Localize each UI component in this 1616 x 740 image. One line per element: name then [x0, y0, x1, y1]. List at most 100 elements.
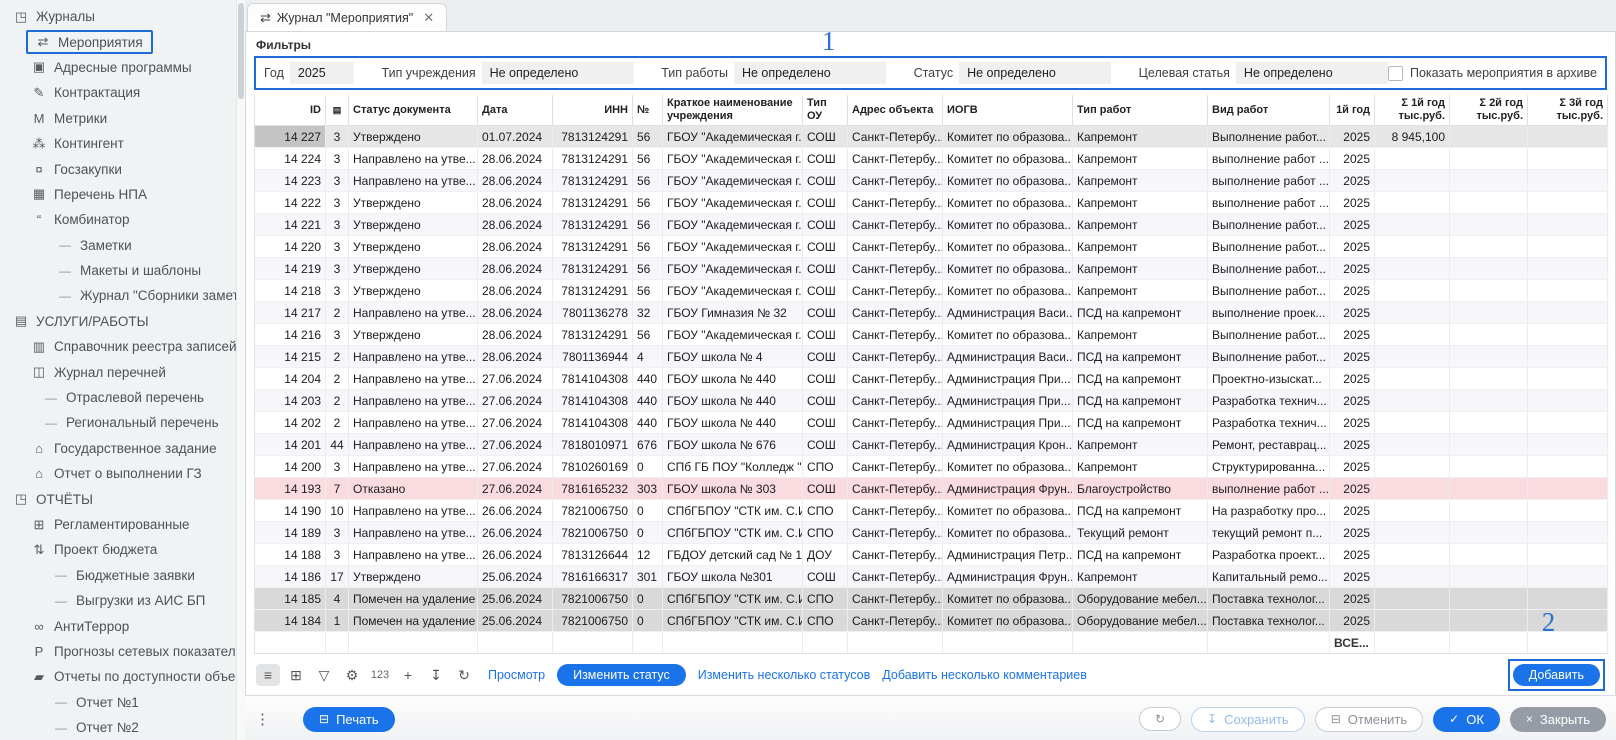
cell-name[interactable]: СПбГБПОУ "СТК им. С.И...	[662, 521, 803, 545]
cell-inn[interactable]: 7821006750	[552, 587, 633, 611]
cell-doc[interactable]: 3	[325, 147, 349, 171]
cell-id[interactable]: 14 190	[254, 499, 326, 523]
table-row[interactable]: 14 220 3 Утверждено 28.06.2024 7813124291 56 Г…	[254, 235, 1608, 259]
cell-id[interactable]: 14 224	[254, 147, 326, 171]
cell-inn[interactable]: 7813124291	[552, 257, 633, 281]
cell-id[interactable]: 14 186	[254, 565, 326, 589]
cell-inn[interactable]: 7814104308	[552, 367, 633, 391]
cell-name[interactable]: ГБОУ школа № 676	[662, 433, 803, 457]
cell-iogv[interactable]: Комитет по образова...	[942, 169, 1073, 193]
cell-work_type[interactable]: Текущий ремонт	[1072, 521, 1208, 545]
cell-status[interactable]: Направлено на утве...	[348, 455, 478, 479]
cell-id[interactable]: 14 221	[254, 213, 326, 237]
cell-ou_type[interactable]: СОШ	[802, 477, 848, 501]
cell-address[interactable]: Санкт-Петербу...	[847, 499, 943, 523]
cell-year1[interactable]: 2025	[1329, 477, 1375, 501]
cell-work_type[interactable]: Капремонт	[1072, 125, 1208, 149]
cell-ou_type[interactable]: СПО	[802, 609, 848, 633]
cell-iogv[interactable]: Комитет по образова...	[942, 455, 1073, 479]
cell-work_type[interactable]: ПСД на капремонт	[1072, 499, 1208, 523]
cell-year1[interactable]: 2025	[1329, 301, 1375, 325]
table-row[interactable]: 14 204 2 Направлено на утве... 27.06.2024 78…	[254, 367, 1608, 391]
cell-year1[interactable]: 2025	[1329, 257, 1375, 281]
sidebar-item[interactable]: ◫ Журнал перечней	[0, 359, 236, 384]
cell-id[interactable]: 14 193	[254, 477, 326, 501]
cell-date[interactable]: 26.06.2024	[477, 499, 553, 523]
cell-sum1[interactable]	[1374, 169, 1450, 193]
sidebar-item[interactable]: — Макеты и шаблоны	[0, 258, 236, 283]
sidebar-item[interactable]: ⁂ Контингент	[0, 131, 236, 156]
table-row[interactable]: 14 200 3 Направлено на утве... 27.06.2024 78…	[254, 455, 1608, 479]
table-row[interactable]: 14 186 17 Утверждено 25.06.2024 7816166317 30…	[254, 565, 1608, 589]
cell-name[interactable]: ГБОУ "Академическая г...	[662, 147, 803, 171]
sidebar-item[interactable]: P Прогнозы сетевых показателей	[0, 639, 236, 664]
cell-sum3[interactable]	[1527, 147, 1608, 171]
cell-sum1[interactable]: 8 945,100	[1374, 125, 1450, 149]
cell-work_type[interactable]: ПСД на капремонт	[1072, 301, 1208, 325]
cell-address[interactable]: Санкт-Петербу...	[847, 235, 943, 259]
cell-year1[interactable]: 2025	[1329, 543, 1375, 567]
cell-status[interactable]: Направлено на утве...	[348, 169, 478, 193]
cell-sum1[interactable]	[1374, 191, 1450, 215]
cell-address[interactable]: Санкт-Петербу...	[847, 565, 943, 589]
cell-sum2[interactable]	[1449, 301, 1528, 325]
table-row[interactable]: 14 217 2 Направлено на утве... 28.06.2024 78…	[254, 301, 1608, 325]
cell-address[interactable]: Санкт-Петербу...	[847, 147, 943, 171]
multi-status-link[interactable]: Изменить несколько статусов	[698, 668, 871, 682]
cell-inn[interactable]: 7816165232	[552, 477, 633, 501]
cell-work_kind[interactable]: Выполнение работ...	[1207, 323, 1330, 347]
cell-work_kind[interactable]: Проектно-изыскат...	[1207, 367, 1330, 391]
preview-link[interactable]: Просмотр	[488, 668, 545, 682]
download-icon[interactable]: ↧	[424, 664, 448, 686]
cell-work_kind[interactable]: Поставка технолог...	[1207, 587, 1330, 611]
column-header-sum3[interactable]: Σ 3й год тыс.руб.	[1527, 95, 1608, 127]
cell-inn[interactable]: 7814104308	[552, 389, 633, 413]
cell-name[interactable]: ГБОУ "Академическая г...	[662, 213, 803, 237]
sidebar-item[interactable]: ⇄ Мероприятия	[0, 29, 236, 55]
cell-year1[interactable]: 2025	[1329, 235, 1375, 259]
cell-num[interactable]: 4	[632, 345, 663, 369]
cell-doc[interactable]: 2	[325, 367, 349, 391]
cell-work_kind[interactable]: Капитальный ремо...	[1207, 565, 1330, 589]
cell-sum2[interactable]	[1449, 323, 1528, 347]
cell-address[interactable]: Санкт-Петербу...	[847, 455, 943, 479]
cell-iogv[interactable]: Комитет по образова...	[942, 279, 1073, 303]
cell-sum3[interactable]	[1527, 279, 1608, 303]
cell-sum2[interactable]	[1449, 213, 1528, 237]
cell-name[interactable]: ГБОУ "Академическая г...	[662, 279, 803, 303]
cell-work_type[interactable]: Благоустройство	[1072, 477, 1208, 501]
cell-year1[interactable]: 2025	[1329, 609, 1375, 633]
cell-year1[interactable]: 2025	[1329, 455, 1375, 479]
cell-sum1[interactable]	[1374, 301, 1450, 325]
column-header-work_type[interactable]: Тип работ	[1072, 95, 1208, 127]
cell-date[interactable]: 27.06.2024	[477, 477, 553, 501]
cell-work_type[interactable]: ПСД на капремонт	[1072, 411, 1208, 435]
cell-name[interactable]: СПбГБПОУ "СТК им. С.И...	[662, 587, 803, 611]
cell-year1[interactable]: 2025	[1329, 191, 1375, 215]
cell-sum3[interactable]	[1527, 389, 1608, 413]
cell-id[interactable]: 14 184	[254, 609, 326, 633]
cell-sum1[interactable]	[1374, 455, 1450, 479]
cell-num[interactable]: 56	[632, 191, 663, 215]
cell-id[interactable]: 14 204	[254, 367, 326, 391]
cell-sum2[interactable]	[1449, 257, 1528, 281]
cell-inn[interactable]: 7813124291	[552, 169, 633, 193]
cell-iogv[interactable]: Администрация Васи...	[942, 345, 1073, 369]
grid-view-icon[interactable]: ⊞	[284, 664, 308, 686]
settings-icon[interactable]: ⚙	[340, 664, 364, 686]
cell-doc[interactable]: 3	[325, 521, 349, 545]
cell-ou_type[interactable]: СПО	[802, 587, 848, 611]
cell-work_kind[interactable]: выполнение работ ...	[1207, 191, 1330, 215]
cell-date[interactable]: 28.06.2024	[477, 279, 553, 303]
cell-sum3[interactable]	[1527, 499, 1608, 523]
cell-work_type[interactable]: Капремонт	[1072, 455, 1208, 479]
cell-doc[interactable]: 1	[325, 609, 349, 633]
table-row[interactable]: 14 184 1 Помечен на удаление 25.06.2024 7821…	[254, 609, 1608, 633]
cell-doc[interactable]: 3	[325, 191, 349, 215]
cell-inn[interactable]: 7814104308	[552, 411, 633, 435]
cell-sum1[interactable]	[1374, 367, 1450, 391]
cell-inn[interactable]: 7813124291	[552, 279, 633, 303]
cell-id[interactable]: 14 189	[254, 521, 326, 545]
cell-num[interactable]: 0	[632, 499, 663, 523]
cell-name[interactable]: СПб ГБ ПОУ "Колледж "...	[662, 455, 803, 479]
